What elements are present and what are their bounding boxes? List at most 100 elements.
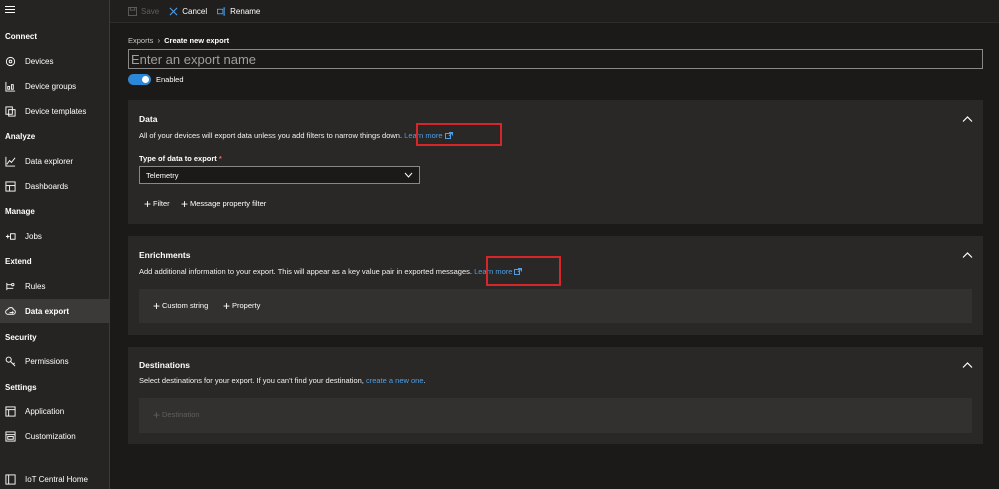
sidebar-item-data-export[interactable]: Data export: [0, 299, 109, 323]
enabled-label: Enabled: [156, 75, 184, 84]
sidebar-item-label: Data explorer: [25, 156, 74, 166]
data-card: Data All of your devices will export dat…: [128, 100, 983, 224]
destinations-description-text: Select destinations for your export. If …: [139, 376, 364, 385]
export-name-input[interactable]: [128, 49, 983, 69]
sidebar-item-label: Devices: [25, 56, 54, 66]
close-icon: [169, 7, 178, 15]
sidebar-item-label: Rules: [25, 281, 46, 291]
save-icon: [128, 6, 137, 16]
iot-central-home-icon: [5, 473, 16, 485]
type-of-data-dropdown[interactable]: Telemetry: [139, 166, 420, 184]
breadcrumb-current: Create new export: [164, 36, 230, 45]
sidebar-item-permissions[interactable]: Permissions: [0, 349, 109, 373]
message-filter-label: Message property filter: [190, 199, 267, 208]
enabled-toggle[interactable]: [128, 74, 151, 85]
section-extend: Extend: [5, 257, 32, 266]
command-bar: Save Cancel Rename: [110, 0, 999, 23]
rename-label: Rename: [230, 6, 261, 16]
enrichments-list: + Custom string + Property: [139, 289, 972, 323]
sidebar-item-label: Permissions: [25, 356, 69, 366]
jobs-icon: [5, 231, 16, 242]
customization-icon: [5, 430, 16, 442]
destinations-card-description: Select destinations for your export. If …: [139, 376, 426, 385]
plus-icon: +: [223, 298, 231, 313]
device-templates-icon: [5, 105, 16, 117]
data-card-description: All of your devices will export data unl…: [139, 131, 453, 140]
sidebar-item-iot-central-home[interactable]: IoT Central Home: [0, 467, 109, 489]
section-connect: Connect: [5, 32, 37, 41]
period-text: .: [423, 376, 426, 385]
section-analyze: Analyze: [5, 132, 36, 141]
add-message-property-filter-button[interactable]: + Message property filter: [181, 196, 267, 211]
sidebar-item-label: Customization: [25, 431, 76, 441]
chevron-up-icon[interactable]: [962, 361, 973, 369]
sidebar-item-application[interactable]: Application: [0, 399, 109, 423]
enabled-toggle-row: Enabled: [128, 74, 184, 85]
filter-label: Filter: [153, 199, 170, 208]
add-filter-button[interactable]: + Filter: [144, 196, 170, 211]
plus-icon: +: [181, 196, 189, 211]
custom-string-label: Custom string: [162, 301, 209, 310]
chevron-up-icon[interactable]: [962, 251, 973, 259]
destination-label: Destination: [162, 410, 200, 419]
plus-icon: +: [144, 196, 152, 211]
breadcrumb-exports-link[interactable]: Exports: [128, 36, 153, 45]
sidebar-item-device-templates[interactable]: Device templates: [0, 99, 109, 123]
plus-icon: +: [153, 407, 161, 422]
chevron-up-icon[interactable]: [962, 115, 973, 123]
data-explorer-icon: [5, 156, 16, 167]
enrichments-card-description: Add additional information to your expor…: [139, 267, 523, 276]
save-label: Save: [141, 6, 160, 16]
sidebar-item-dashboards[interactable]: Dashboards: [0, 174, 109, 198]
breadcrumb: Exports › Create new export: [128, 36, 229, 45]
learn-more-highlight-box: [486, 256, 561, 286]
destinations-card: Destinations Select destinations for you…: [128, 347, 983, 444]
add-property-button[interactable]: + Property: [223, 298, 261, 313]
rename-button[interactable]: Rename: [217, 7, 260, 16]
cancel-label: Cancel: [182, 6, 208, 16]
sidebar-item-label: IoT Central Home: [25, 474, 88, 484]
device-groups-icon: [5, 81, 16, 92]
dashboards-icon: [5, 180, 16, 192]
left-navigation: Connect Devices Device groups Device tem…: [0, 0, 110, 489]
data-description-text: All of your devices will export data unl…: [139, 131, 403, 140]
sidebar-item-label: Device groups: [25, 81, 77, 91]
data-export-icon: [5, 306, 16, 317]
sidebar-item-label: Device templates: [25, 106, 87, 116]
dropdown-selected-value: Telemetry: [146, 170, 179, 180]
destinations-card-title: Destinations: [139, 360, 191, 370]
add-custom-string-button[interactable]: + Custom string: [153, 298, 209, 313]
enrichments-card-title: Enrichments: [139, 250, 191, 260]
property-label: Property: [232, 301, 261, 310]
create-new-destination-link[interactable]: create a new one: [366, 376, 424, 385]
permissions-icon: [5, 356, 16, 367]
rename-icon: [217, 6, 226, 16]
learn-more-highlight-box: [416, 123, 502, 146]
data-card-title: Data: [139, 114, 158, 124]
section-settings: Settings: [5, 383, 37, 392]
type-of-data-label: Type of data to export *: [139, 154, 222, 163]
devices-icon: [5, 56, 16, 67]
sidebar-item-jobs[interactable]: Jobs: [0, 224, 109, 248]
sidebar-item-label: Application: [25, 406, 65, 416]
add-destination-button[interactable]: + Destination: [153, 407, 200, 422]
section-manage: Manage: [5, 207, 35, 216]
sidebar-item-devices[interactable]: Devices: [0, 49, 109, 73]
application-icon: [5, 405, 16, 417]
chevron-right-icon: ›: [157, 36, 161, 45]
save-button[interactable]: Save: [128, 6, 160, 16]
section-security: Security: [5, 333, 37, 342]
rules-icon: [5, 281, 16, 292]
destinations-list: + Destination: [139, 398, 972, 433]
sidebar-item-rules[interactable]: Rules: [0, 274, 109, 298]
sidebar-item-label: Data export: [25, 306, 70, 316]
sidebar-item-label: Dashboards: [25, 181, 69, 191]
plus-icon: +: [153, 298, 161, 313]
chevron-down-icon: [404, 172, 413, 178]
sidebar-item-customization[interactable]: Customization: [0, 424, 109, 448]
required-marker: *: [218, 154, 222, 163]
sidebar-item-device-groups[interactable]: Device groups: [0, 74, 109, 98]
hamburger-menu-icon[interactable]: [5, 6, 15, 16]
sidebar-item-data-explorer[interactable]: Data explorer: [0, 149, 109, 173]
cancel-button[interactable]: Cancel: [169, 7, 207, 16]
